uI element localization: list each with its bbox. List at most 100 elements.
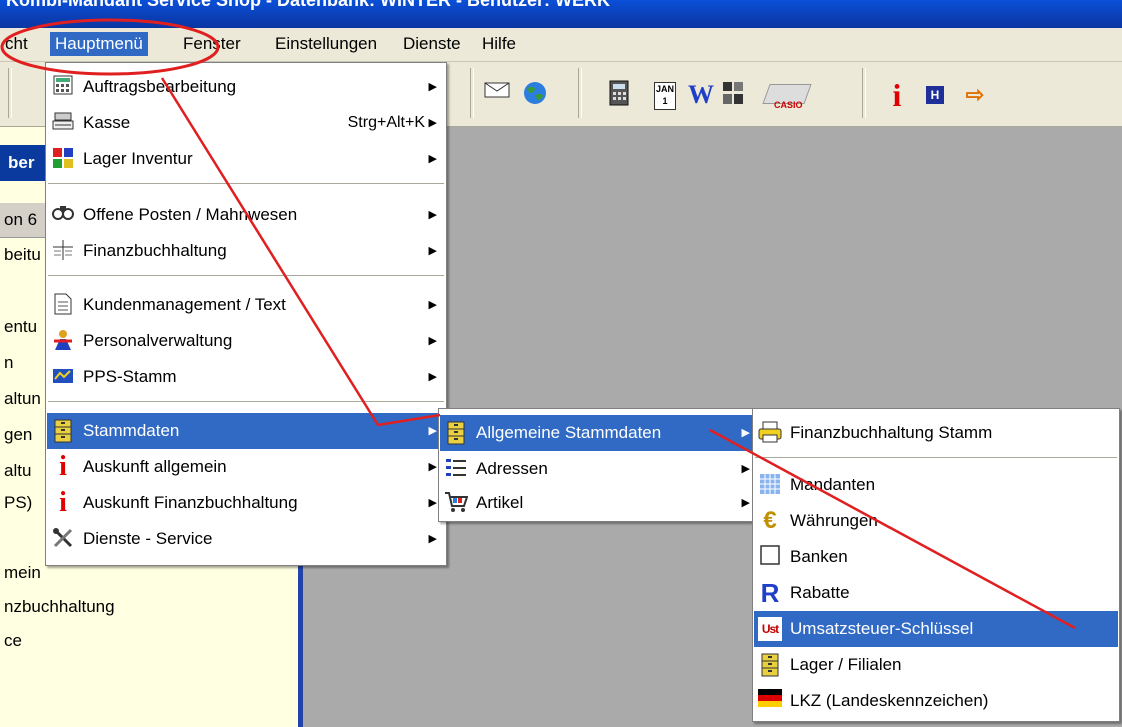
document-icon[interactable] (718, 80, 748, 110)
hauptmenue-dropdown: Auftragsbearbeitung ▶ Kasse Strg+Alt+K ▶… (45, 62, 447, 566)
chevron-right-icon: ▶ (428, 245, 437, 257)
menu-item-auskunft-allgemein[interactable]: i Auskunft allgemein ▶ (47, 449, 445, 485)
menu-item-umsatzsteuer-schluessel[interactable]: Ust Umsatzsteuer-Schlüssel (754, 611, 1118, 647)
info-icon: i (59, 487, 67, 518)
tax-icon: Ust (758, 617, 782, 641)
chevron-right-icon: ▶ (428, 117, 437, 129)
menu-item-banken[interactable]: Banken (754, 539, 1118, 575)
chevron-right-icon: ▶ (428, 153, 437, 165)
menu-item-stammdaten[interactable]: Stammdaten ▶ (47, 413, 445, 449)
menu-hauptmenue[interactable]: Hauptmenü (50, 32, 148, 56)
cabinet-icon (51, 419, 75, 443)
left-panel-item[interactable]: ce (4, 631, 22, 651)
toolbar-separator (862, 68, 866, 118)
menu-item-artikel[interactable]: Artikel ▶ (440, 485, 758, 521)
arrow-right-icon[interactable]: ⇨ (960, 80, 990, 110)
left-panel-item[interactable]: beitu (4, 245, 41, 265)
toolbar-separator (578, 68, 582, 118)
chevron-right-icon: ▶ (428, 533, 437, 545)
calculator-icon[interactable] (604, 80, 634, 110)
casio-icon[interactable]: CASIO (754, 80, 812, 110)
cart-icon (444, 491, 469, 515)
euro-icon: € (763, 507, 777, 534)
chevron-right-icon: ▶ (428, 371, 437, 383)
mail-icon[interactable] (482, 80, 512, 110)
chevron-right-icon: ▶ (428, 425, 437, 437)
info-icon[interactable]: i (882, 79, 912, 111)
window-title: Kombi-Mandant Service Shop - Datenbank: … (6, 0, 611, 10)
menu-item-lager-inventur[interactable]: Lager Inventur ▶ (47, 141, 445, 177)
menu-item-allgemeine-stammdaten[interactable]: Allgemeine Stammdaten ▶ (440, 415, 758, 451)
menu-item-lkz[interactable]: LKZ (Landeskennzeichen) (754, 683, 1118, 719)
menu-bar: cht Hauptmenü Fenster Einstellungen Dien… (0, 28, 1122, 62)
chevron-right-icon: ▶ (428, 497, 437, 509)
left-panel-item[interactable]: PS) (4, 493, 32, 513)
chevron-right-icon: ▶ (428, 299, 437, 311)
grid-icon (758, 473, 782, 497)
flag-icon (758, 689, 782, 713)
menu-hilfe[interactable]: Hilfe (477, 32, 521, 56)
chevron-right-icon: ▶ (741, 427, 750, 439)
menu-item-kasse[interactable]: Kasse Strg+Alt+K ▶ (47, 105, 445, 141)
menu-item-finanzbuchhaltung-stamm[interactable]: Finanzbuchhaltung Stamm (754, 415, 1118, 451)
person-icon (51, 329, 75, 353)
chevron-right-icon: ▶ (741, 463, 750, 475)
menu-item-rabatte[interactable]: R Rabatte (754, 575, 1118, 611)
calendar-label: JAN 1 (654, 82, 676, 110)
checkbox-icon (758, 545, 782, 569)
left-panel-item[interactable]: mein (4, 563, 41, 583)
calendar-icon[interactable]: JAN 1 (650, 80, 680, 110)
menu-einstellungen[interactable]: Einstellungen (270, 32, 382, 56)
allgemeine-stammdaten-submenu: Finanzbuchhaltung Stamm Mandanten € Währ… (752, 408, 1120, 722)
menu-fenster[interactable]: Fenster (178, 32, 246, 56)
chevron-right-icon: ▶ (428, 335, 437, 347)
cabinet-icon (444, 421, 468, 445)
menu-item-auftragsbearbeitung[interactable]: Auftragsbearbeitung ▶ (47, 69, 445, 105)
left-panel-item[interactable]: entu (4, 317, 37, 337)
menu-ansicht[interactable]: cht (0, 32, 33, 56)
h-icon[interactable]: H (920, 80, 950, 110)
menu-item-personalverwaltung[interactable]: Personalverwaltung ▶ (47, 323, 445, 359)
chevron-right-icon: ▶ (741, 497, 750, 509)
casio-label: CASIO (774, 100, 803, 110)
left-panel-item[interactable]: altun (4, 389, 41, 409)
menu-item-pps-stamm[interactable]: PPS-Stamm ▶ (47, 359, 445, 395)
cabinet-icon (758, 653, 782, 677)
menu-item-adressen[interactable]: Adressen ▶ (440, 451, 758, 487)
menu-separator (755, 457, 1117, 459)
calculator-icon (51, 75, 75, 99)
menu-item-kundenmanagement[interactable]: Kundenmanagement / Text ▶ (47, 287, 445, 323)
menu-dienste[interactable]: Dienste (398, 32, 466, 56)
chevron-right-icon: ▶ (428, 209, 437, 221)
menu-item-waehrungen[interactable]: € Währungen (754, 503, 1118, 539)
printer-icon (758, 421, 782, 445)
globe-icon[interactable] (520, 80, 550, 110)
binoculars-icon (51, 203, 75, 227)
menu-separator (48, 183, 444, 185)
left-panel-item[interactable]: nzbuchhaltung (4, 597, 115, 617)
menu-item-auskunft-finanzbuchhaltung[interactable]: i Auskunft Finanzbuchhaltung ▶ (47, 485, 445, 521)
title-bar: Kombi-Mandant Service Shop - Datenbank: … (0, 0, 1122, 28)
menu-item-mandanten[interactable]: Mandanten (754, 467, 1118, 503)
cash-register-icon (51, 111, 75, 135)
tools-icon (51, 527, 75, 551)
left-panel-item[interactable]: n (4, 353, 13, 373)
menu-item-lager-filialen[interactable]: Lager / Filialen (754, 647, 1118, 683)
document-icon (51, 293, 75, 317)
toolbar-separator (8, 68, 12, 118)
inventory-icon (51, 147, 75, 171)
menu-item-offene-posten[interactable]: Offene Posten / Mahnwesen ▶ (47, 197, 445, 233)
chevron-right-icon: ▶ (428, 461, 437, 473)
toolbar-separator (470, 68, 474, 118)
menu-item-finanzbuchhaltung[interactable]: Finanzbuchhaltung ▶ (47, 233, 445, 269)
r-icon: R (760, 578, 780, 608)
word-icon[interactable]: W (686, 80, 716, 110)
factory-icon (51, 365, 75, 389)
stammdaten-submenu: Allgemeine Stammdaten ▶ Adressen ▶ Artik… (438, 408, 760, 522)
menu-separator (48, 275, 444, 277)
left-panel-item[interactable]: altu (4, 461, 31, 481)
left-panel-item[interactable]: gen (4, 425, 32, 445)
menu-item-dienste-service[interactable]: Dienste - Service ▶ (47, 521, 445, 557)
ledger-icon (51, 239, 75, 263)
menu-separator (48, 401, 444, 403)
